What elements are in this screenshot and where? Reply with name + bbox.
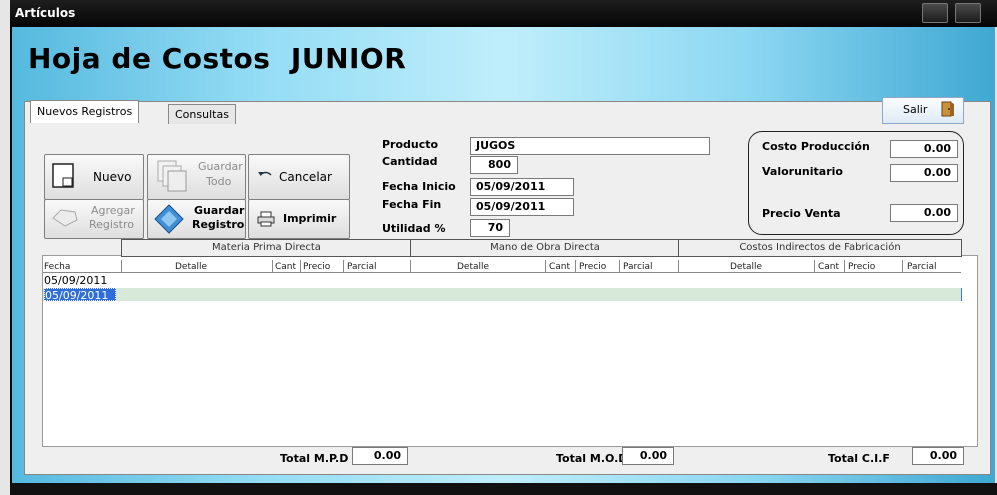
exit-door-icon bbox=[941, 101, 954, 117]
fecha-inicio-label: Fecha Inicio bbox=[382, 180, 456, 193]
guardar-registro-label-2: Registro bbox=[192, 218, 245, 231]
cancelar-button[interactable]: Cancelar bbox=[248, 154, 350, 200]
col-precio-cif: Precio bbox=[848, 262, 876, 272]
col-divider bbox=[902, 260, 903, 272]
col-divider bbox=[343, 260, 344, 272]
fecha-fin-field[interactable]: 05/09/2011 bbox=[470, 198, 574, 216]
col-divider bbox=[121, 260, 122, 272]
utilidad-field[interactable]: 70 bbox=[470, 219, 510, 237]
tab-nuevos-registros[interactable]: Nuevos Registros bbox=[30, 100, 140, 123]
new-document-icon bbox=[52, 163, 74, 188]
guardar-todo-label-2: Todo bbox=[206, 175, 232, 188]
col-divider bbox=[619, 260, 620, 272]
col-cant-mpd: Cant bbox=[275, 262, 297, 272]
guardar-registro-label-1: Guardar bbox=[194, 204, 245, 217]
col-parcial-cif: Parcial bbox=[907, 262, 937, 272]
table-row[interactable]: 05/09/2011 bbox=[44, 274, 122, 287]
col-fecha: Fecha bbox=[44, 262, 71, 272]
salir-label: Salir bbox=[903, 103, 928, 116]
table-row-selected[interactable] bbox=[43, 288, 962, 301]
col-divider bbox=[300, 260, 301, 272]
restore-button[interactable] bbox=[955, 3, 981, 23]
guardar-todo-label-1: Guardar bbox=[198, 160, 243, 173]
fecha-fin-label: Fecha Fin bbox=[382, 198, 442, 211]
col-divider bbox=[410, 260, 411, 272]
total-mod-label: Total M.O.D bbox=[556, 452, 628, 465]
group-header-mpd: Materia Prima Directa bbox=[121, 239, 412, 257]
row-fecha: 05/09/2011 bbox=[44, 274, 108, 287]
col-precio-mod: Precio bbox=[579, 262, 607, 272]
costo-produccion-label: Costo Producción bbox=[762, 140, 870, 153]
col-cant-mod: Cant bbox=[549, 262, 571, 272]
col-divider bbox=[678, 260, 679, 272]
guardar-todo-button[interactable]: Guardar Todo bbox=[147, 154, 246, 200]
total-cif-field[interactable]: 0.00 bbox=[912, 447, 964, 465]
title-bar: Artículos bbox=[10, 0, 997, 27]
save-all-icon bbox=[157, 160, 187, 192]
col-divider bbox=[844, 260, 845, 272]
cancelar-label: Cancelar bbox=[279, 170, 332, 184]
imprimir-label: Imprimir bbox=[283, 212, 337, 225]
valor-unitario-field[interactable]: 0.00 bbox=[890, 164, 958, 182]
window-title: Artículos bbox=[15, 6, 76, 20]
tab-label: Nuevos Registros bbox=[37, 105, 133, 118]
page-title: Hoja de Costos JUNIOR bbox=[28, 42, 407, 75]
fecha-inicio-field[interactable]: 05/09/2011 bbox=[470, 178, 574, 196]
col-cant-cif: Cant bbox=[818, 262, 840, 272]
nuevo-button[interactable]: Nuevo bbox=[44, 154, 144, 200]
total-mpd-field[interactable]: 0.00 bbox=[352, 447, 408, 465]
undo-arrow-icon bbox=[258, 171, 272, 176]
salir-button[interactable]: Salir bbox=[882, 97, 964, 124]
tab-consultas[interactable]: Consultas bbox=[168, 104, 236, 124]
costo-produccion-field[interactable]: 0.00 bbox=[890, 140, 958, 158]
group-header-cif: Costos Indirectos de Fabricación bbox=[678, 239, 962, 257]
group-header-mod: Mano de Obra Directa bbox=[410, 239, 680, 257]
agregar-label-2: Registro bbox=[89, 218, 135, 231]
precio-venta-field[interactable]: 0.00 bbox=[890, 204, 958, 222]
status-bar bbox=[10, 483, 997, 495]
agregar-label-1: Agregar bbox=[91, 204, 135, 217]
producto-field[interactable]: JUGOS bbox=[470, 137, 710, 155]
col-divider bbox=[814, 260, 815, 272]
total-cif-label: Total C.I.F bbox=[828, 452, 890, 465]
printer-icon bbox=[257, 211, 275, 227]
add-record-icon bbox=[52, 209, 78, 227]
col-detalle-cif: Detalle bbox=[730, 262, 763, 272]
row-fecha-editing[interactable]: 05/09/2011 bbox=[44, 288, 116, 302]
col-divider bbox=[575, 260, 576, 272]
col-detalle-mpd: Detalle bbox=[175, 262, 208, 272]
nuevo-label: Nuevo bbox=[93, 170, 132, 184]
save-record-icon bbox=[154, 204, 184, 234]
col-divider bbox=[545, 260, 546, 272]
utilidad-label: Utilidad % bbox=[382, 222, 446, 235]
minimize-button[interactable] bbox=[922, 3, 948, 23]
guardar-registro-button[interactable]: Guardar Registro bbox=[147, 199, 246, 239]
agregar-registro-button[interactable]: Agregar Registro bbox=[44, 199, 144, 239]
col-precio-mpd: Precio bbox=[303, 262, 331, 272]
col-detalle-mod: Detalle bbox=[457, 262, 490, 272]
col-parcial-mod: Parcial bbox=[623, 262, 653, 272]
total-mod-field[interactable]: 0.00 bbox=[622, 447, 674, 465]
cantidad-label: Cantidad bbox=[382, 155, 438, 168]
total-mpd-label: Total M.P.D bbox=[280, 452, 349, 465]
imprimir-button[interactable]: Imprimir bbox=[248, 199, 350, 239]
precio-venta-label: Precio Venta bbox=[762, 207, 841, 220]
grid bbox=[42, 255, 978, 447]
cantidad-field[interactable]: 800 bbox=[470, 156, 518, 174]
col-parcial-mpd: Parcial bbox=[347, 262, 377, 272]
col-divider bbox=[272, 260, 273, 272]
tab-label: Consultas bbox=[175, 108, 229, 121]
valor-unitario-label: Valorunitario bbox=[762, 165, 843, 178]
producto-label: Producto bbox=[382, 138, 439, 151]
